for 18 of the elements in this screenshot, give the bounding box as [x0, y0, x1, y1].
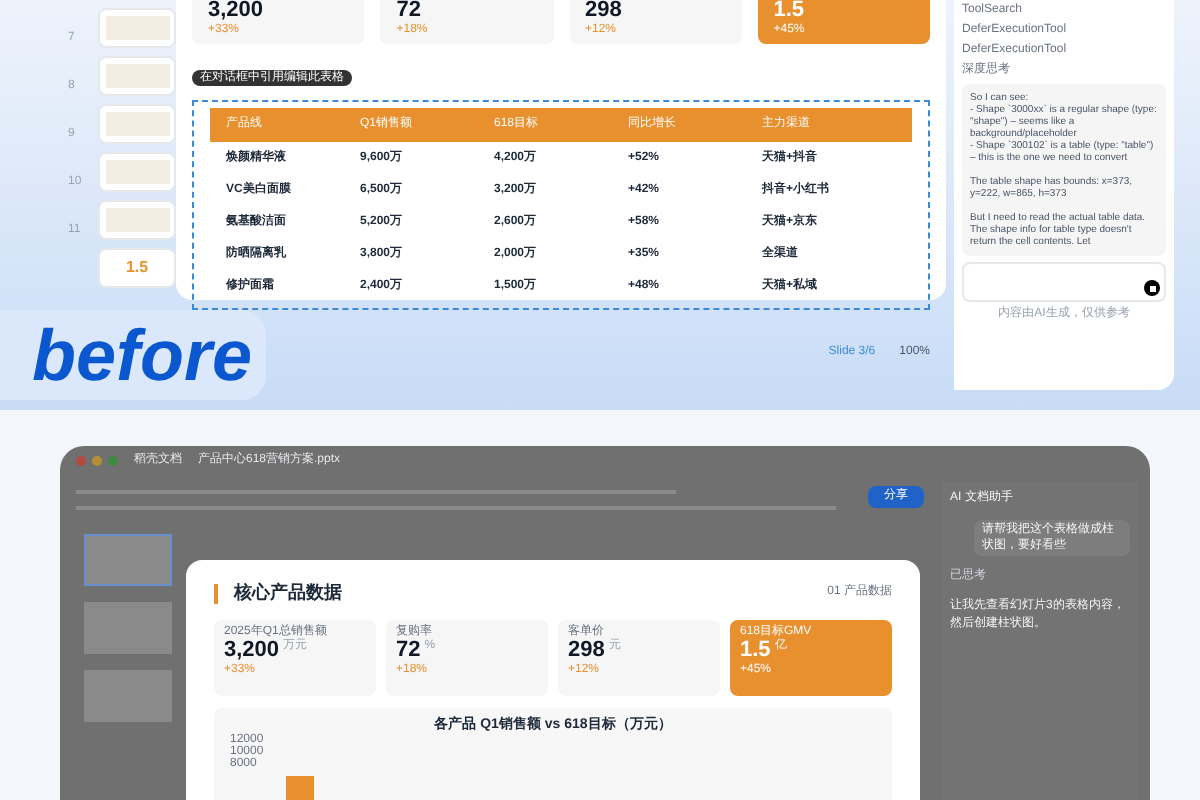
thumbnail-value: 1.5: [125, 260, 149, 276]
slide-thumbnail[interactable]: [84, 602, 172, 654]
stat-value: 1.5: [773, 0, 807, 22]
stat-value: 3,200: [224, 639, 280, 661]
before-label: before: [32, 319, 253, 391]
slide-thumbnail[interactable]: [84, 534, 172, 586]
slide-thumbnail[interactable]: [84, 670, 172, 722]
stat-value: 3,200: [208, 0, 266, 22]
chart-bar: [286, 776, 314, 800]
stat-value: 1.5: [740, 639, 771, 661]
stat-value: 72: [396, 0, 423, 22]
stat-value: 72: [396, 639, 421, 661]
stat-value: 298: [585, 0, 624, 22]
stat-value: 298: [568, 639, 605, 661]
stop-icon[interactable]: [1144, 280, 1160, 296]
slide-title: 核心产品数据: [234, 580, 342, 606]
chat-input[interactable]: [962, 262, 1166, 302]
accent-bar: [214, 583, 218, 604]
